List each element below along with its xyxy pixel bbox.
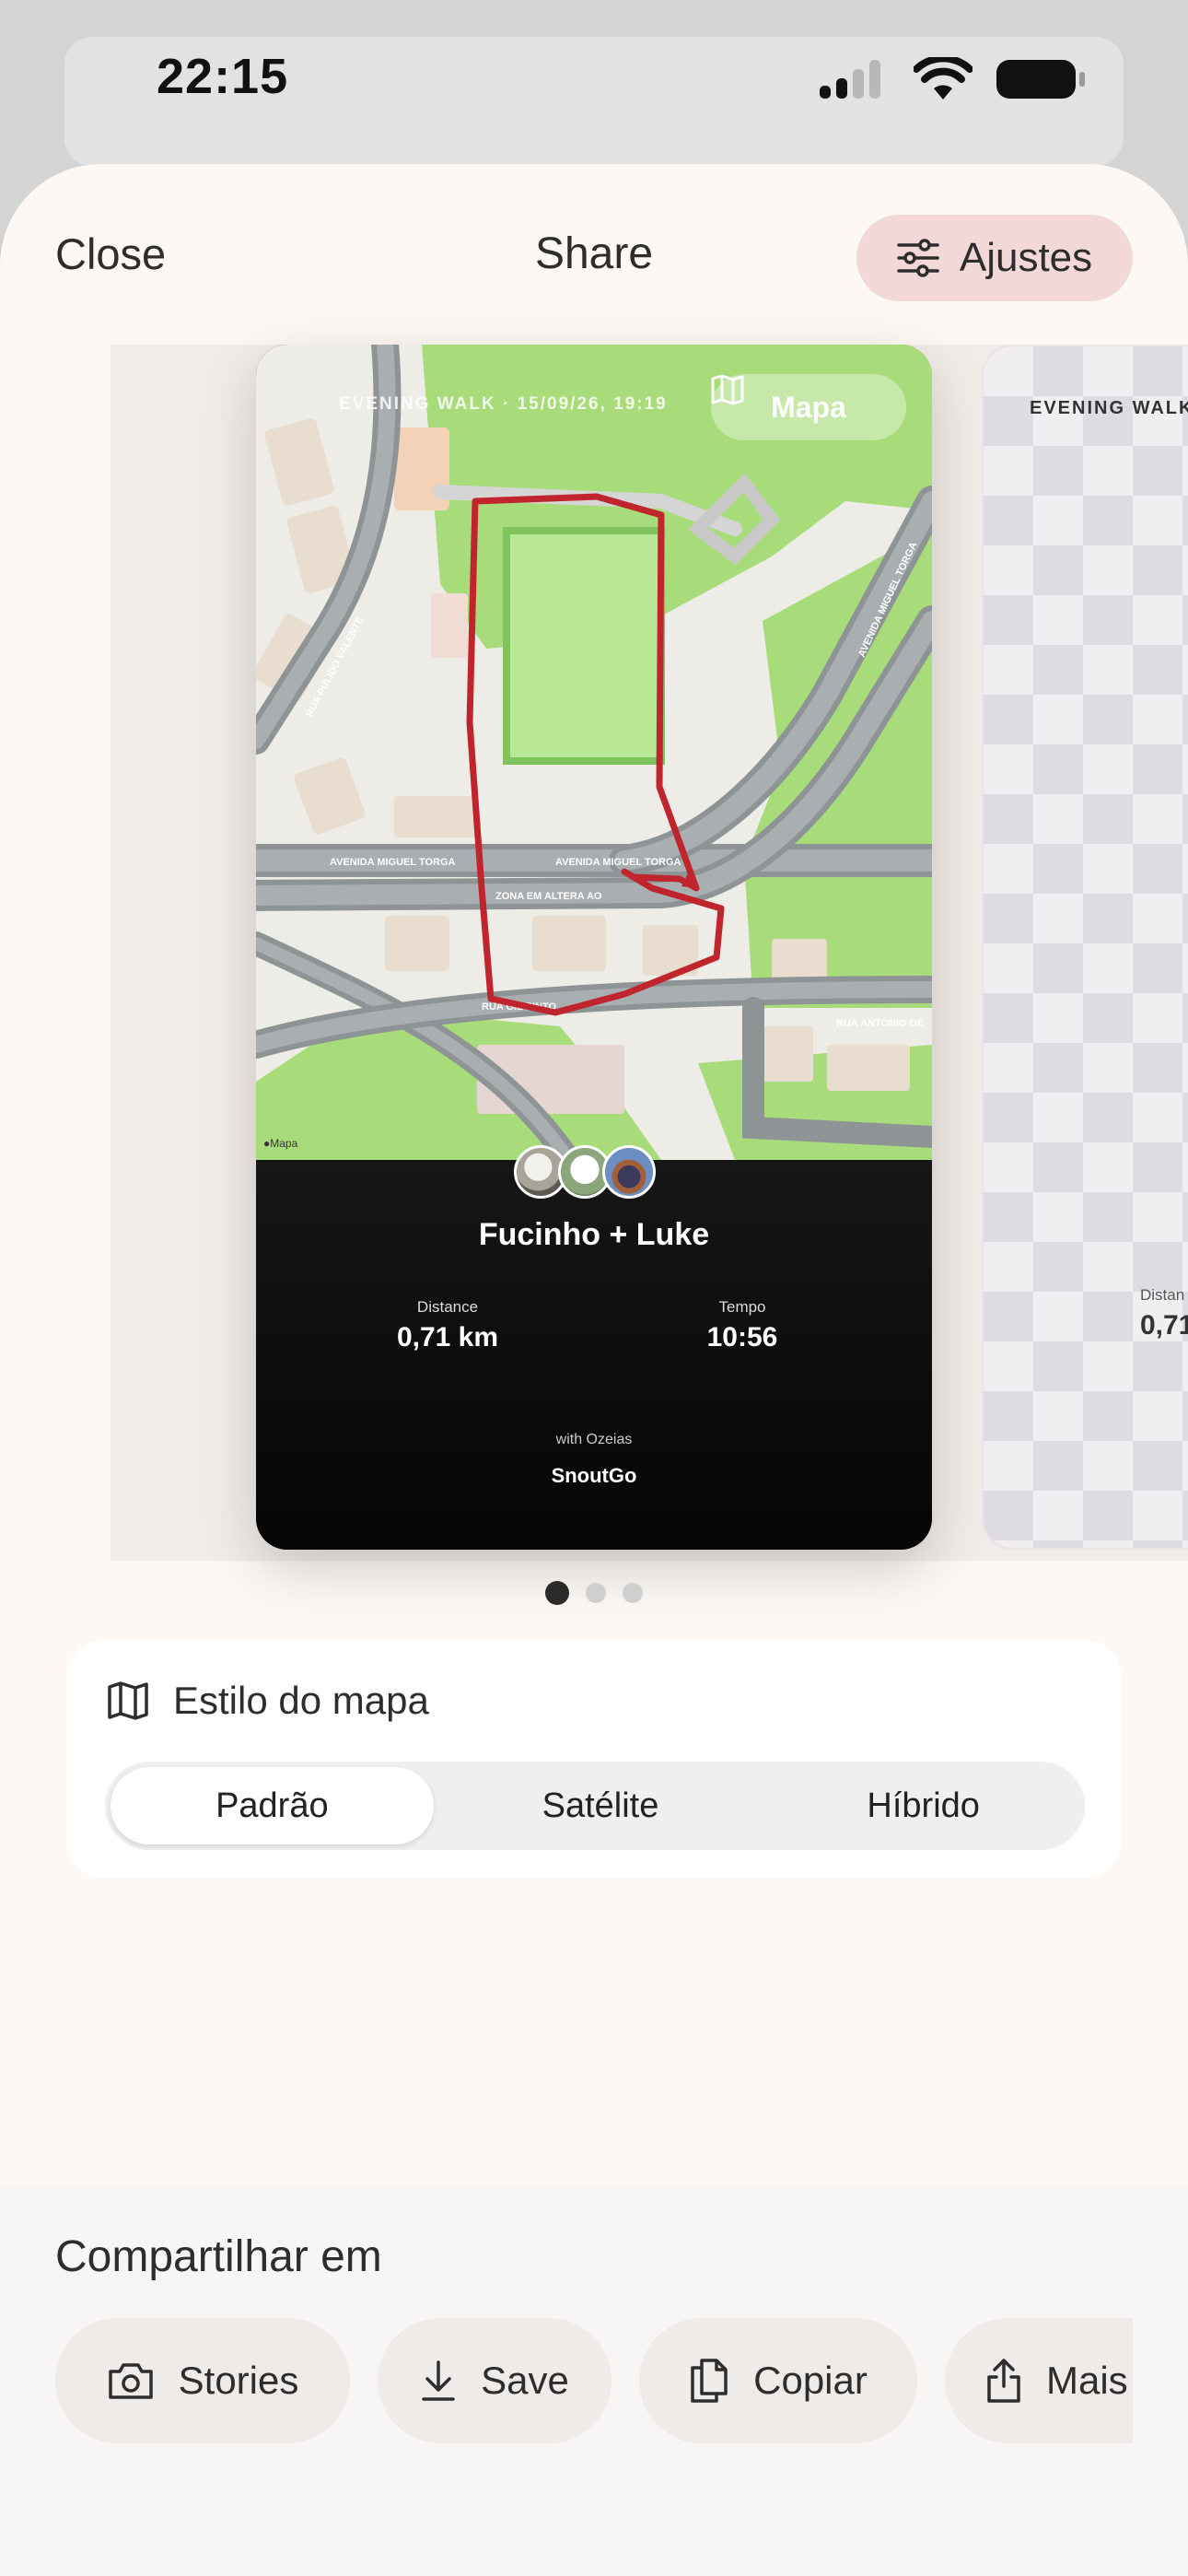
map-style-option-hybrid[interactable]: Híbrido xyxy=(762,1762,1085,1850)
map-style-option-standard[interactable]: Padrão xyxy=(111,1767,434,1844)
street-label: AVENIDA MIGUEL TORGA xyxy=(555,857,681,868)
stat-label: Distan xyxy=(1140,1286,1185,1304)
share-card-transparent[interactable]: EVENING WALK · Distan 0,71 xyxy=(982,345,1188,1550)
share-title: Compartilhar em xyxy=(55,2232,382,2281)
brand-name: SnoutGo xyxy=(551,1464,637,1487)
status-icons xyxy=(820,57,1087,101)
share-icon xyxy=(987,2359,1020,2403)
share-stories-button[interactable]: Stories xyxy=(55,2318,350,2443)
stat-label: Tempo xyxy=(718,1298,766,1316)
page-dot[interactable] xyxy=(623,1583,643,1603)
status-bar: 22:15 xyxy=(0,0,1188,157)
map-style-panel: Estilo do mapa Padrão Satélite Híbrido xyxy=(66,1640,1122,1878)
share-copy-button[interactable]: Copiar xyxy=(639,2318,917,2443)
share-targets[interactable]: Stories Save Copiar Mais xyxy=(55,2318,1133,2445)
stat-value: 0,71 xyxy=(1140,1310,1188,1341)
avatar xyxy=(602,1145,656,1199)
dog-names: Fucinho + Luke xyxy=(478,1217,710,1252)
battery-icon xyxy=(996,60,1085,99)
wifi-icon xyxy=(914,57,973,100)
stat-time: Tempo 10:56 xyxy=(641,1298,844,1353)
status-time: 22:15 xyxy=(157,49,289,104)
street-label: ZONA EM ALTERA AO xyxy=(495,891,602,902)
page-indicator[interactable] xyxy=(0,1581,1188,1605)
share-more-label: Mais xyxy=(1046,2359,1128,2402)
adjust-label: Ajustes xyxy=(959,235,1093,280)
route-map: RUA PULIDO VALENTE AVENIDA MIGUEL TORGA … xyxy=(256,345,932,1160)
adjust-button[interactable]: Ajustes xyxy=(856,215,1133,301)
share-sheet: Close Share Ajustes RUA PULIDO VALENTE A… xyxy=(0,164,1188,2576)
map-icon xyxy=(711,374,744,405)
maps-credit: ●Mapa xyxy=(263,1137,298,1150)
page-dot[interactable] xyxy=(586,1583,606,1603)
walk-title: EVENING WALK · 15/09/26, 19:19 xyxy=(339,394,668,414)
map-graphic: RUA PULIDO VALENTE AVENIDA MIGUEL TORGA … xyxy=(256,345,932,1160)
sheet-header: Close Share Ajustes xyxy=(0,164,1188,348)
map-style-heading: Estilo do mapa xyxy=(107,1679,429,1723)
sliders-icon xyxy=(897,239,939,277)
walk-title: EVENING WALK · xyxy=(1030,398,1188,418)
share-stories-label: Stories xyxy=(178,2359,299,2402)
stat-distance: Distan 0,71 xyxy=(1140,1286,1188,1341)
stat-value: 10:56 xyxy=(706,1322,778,1352)
share-copy-label: Copiar xyxy=(753,2359,868,2402)
share-more-button[interactable]: Mais xyxy=(945,2318,1133,2443)
camera-icon xyxy=(108,2363,153,2399)
page-dot[interactable] xyxy=(545,1581,569,1605)
stat-label: Distance xyxy=(416,1298,479,1316)
card-footer: Fucinho + Luke Distance 0,71 km Tempo 10… xyxy=(256,1145,932,1550)
map-toggle-label: Mapa xyxy=(771,390,846,424)
dog-avatars xyxy=(514,1145,656,1199)
street-label: RUA ANTONIO DE xyxy=(836,1018,924,1029)
cellular-signal-icon xyxy=(820,60,880,99)
share-card-map[interactable]: RUA PULIDO VALENTE AVENIDA MIGUEL TORGA … xyxy=(256,345,932,1550)
map-icon xyxy=(108,1681,148,1720)
map-style-title: Estilo do mapa xyxy=(173,1679,429,1722)
map-toggle-button[interactable]: Mapa xyxy=(711,374,906,440)
download-icon xyxy=(422,2360,455,2401)
share-save-label: Save xyxy=(481,2359,569,2402)
map-style-selector[interactable]: Padrão Satélite Híbrido xyxy=(105,1762,1085,1850)
street-label: AVENIDA MIGUEL TORGA xyxy=(330,857,456,868)
map-style-option-satellite[interactable]: Satélite xyxy=(439,1762,763,1850)
copy-icon xyxy=(691,2359,728,2403)
preview-carousel[interactable]: RUA PULIDO VALENTE AVENIDA MIGUEL TORGA … xyxy=(0,345,1188,1561)
stat-distance: Distance 0,71 km xyxy=(346,1298,549,1353)
share-save-button[interactable]: Save xyxy=(378,2318,611,2443)
with-label: with Ozeias xyxy=(555,1432,633,1447)
stat-value: 0,71 km xyxy=(396,1322,499,1352)
